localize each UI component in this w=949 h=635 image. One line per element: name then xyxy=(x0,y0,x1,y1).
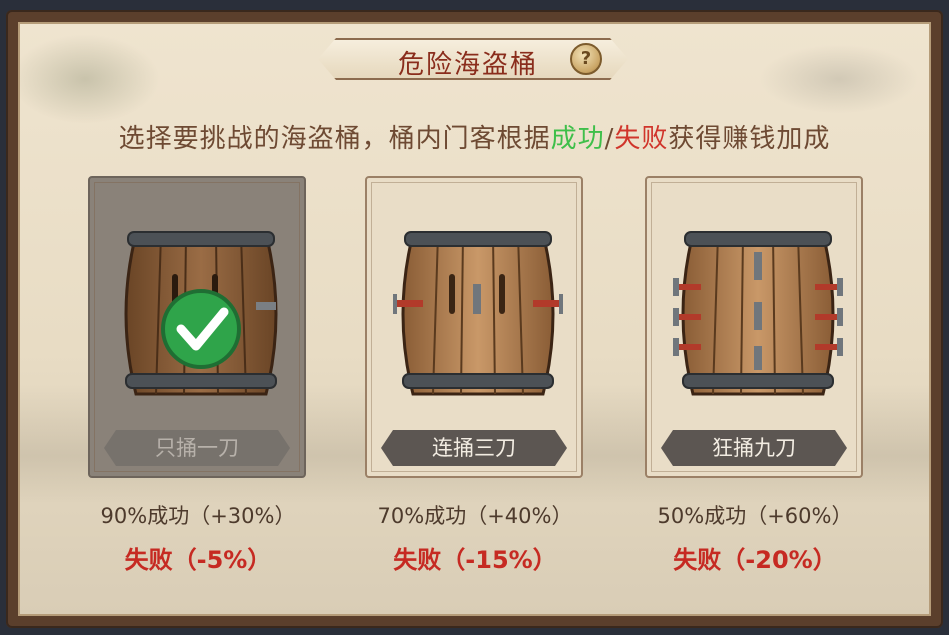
success-rate-text: 50%成功（+60%） xyxy=(657,504,853,528)
checkmark-circle xyxy=(161,289,241,369)
instruction-prefix: 选择要挑战的海盗桶，桶内门客根据 xyxy=(118,124,551,154)
title-plate: 危险海盗桶 ? xyxy=(318,38,628,80)
instruction-suffix: 获得赚钱加成 xyxy=(668,124,831,154)
barrel-option-card-2[interactable]: 连捅三刀 xyxy=(365,176,583,478)
barrel-option-card-1[interactable]: 只捅一刀 xyxy=(88,176,306,478)
barrel-icon xyxy=(393,231,563,396)
success-rate-text: 70%成功（+40%） xyxy=(377,504,573,528)
option-name-label: 连捅三刀 xyxy=(381,430,567,466)
barrel-icon xyxy=(124,231,278,396)
fail-word: 失败 xyxy=(614,124,669,154)
barrel-option-card-3[interactable]: 狂捅九刀 xyxy=(645,176,863,478)
option-name-label: 狂捅九刀 xyxy=(661,430,847,466)
ink-wash-decoration xyxy=(20,34,160,124)
option-name-label: 只捅一刀 xyxy=(104,430,290,466)
fail-penalty-text: 失败（-15%） xyxy=(393,546,557,574)
help-icon[interactable]: ? xyxy=(570,43,602,75)
ink-wash-decoration xyxy=(759,44,919,114)
fail-penalty-text: 失败（-20%） xyxy=(673,546,837,574)
page-title: 危险海盗桶 xyxy=(397,50,538,80)
slash: / xyxy=(604,124,615,154)
barrel-icon xyxy=(673,231,843,396)
success-word: 成功 xyxy=(550,124,605,154)
dagger-icon xyxy=(473,284,481,314)
fail-penalty-text: 失败（-5%） xyxy=(124,546,272,574)
success-rate-text: 90%成功（+30%） xyxy=(100,504,296,528)
instruction-text: 选择要挑战的海盗桶，桶内门客根据成功/失败获得赚钱加成 xyxy=(0,118,949,155)
